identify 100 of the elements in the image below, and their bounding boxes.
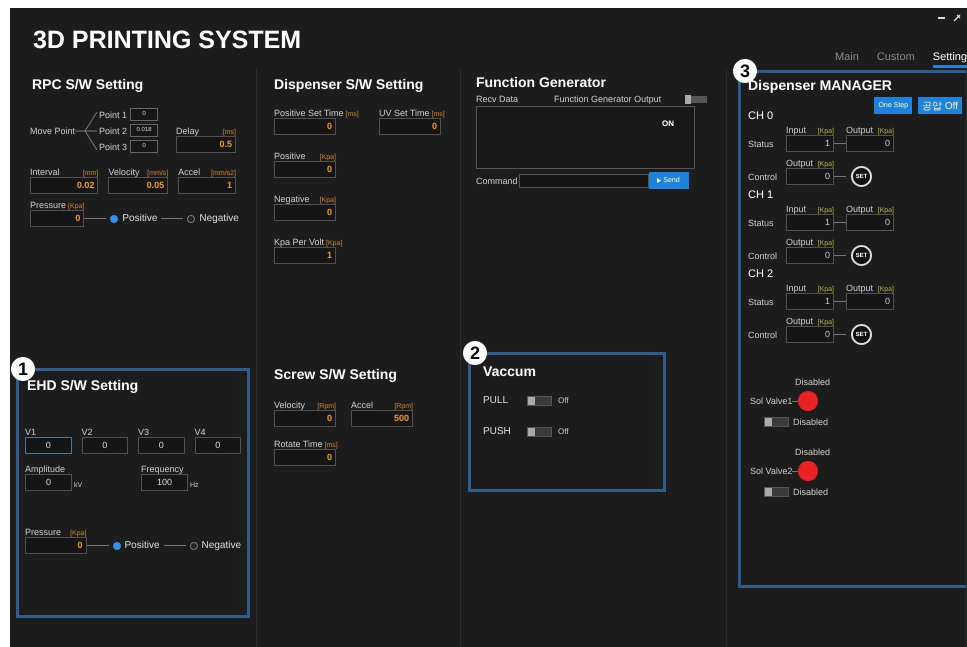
input-field[interactable]: 1 [786, 293, 834, 310]
input-field[interactable]: 0.02 [30, 177, 98, 194]
field-label: Velocity [274, 400, 306, 410]
input-field[interactable]: 0.05 [108, 177, 168, 194]
radio-button[interactable] [110, 214, 118, 222]
input-field[interactable]: 0 [786, 247, 834, 264]
field-label: Point 3 [99, 142, 128, 152]
field-label: Velocity [108, 167, 140, 177]
input-field[interactable]: 0 [274, 161, 336, 178]
nav-tab[interactable]: Main [835, 51, 859, 68]
field-label: Frequency [141, 464, 184, 474]
field-label: V2 [82, 427, 93, 437]
nav-tab[interactable]: Custom [876, 51, 915, 68]
received-text: ON [662, 119, 674, 128]
play-icon [657, 178, 662, 183]
section-title: Dispenser S/W Setting [274, 76, 424, 92]
input-field[interactable]: 0 [274, 118, 336, 135]
radio-button[interactable] [187, 214, 196, 222]
toggle-switch[interactable] [527, 426, 552, 436]
field-label: Output [786, 158, 814, 168]
radio-label: Negative [199, 213, 239, 224]
field-label: Recv Data [476, 94, 518, 104]
radio-label: Positive [122, 213, 158, 224]
field-label: Point 1 [99, 110, 128, 120]
input-field[interactable]: 1 [786, 214, 834, 231]
input-field[interactable]: 0 [786, 168, 834, 185]
input-field[interactable]: 0 [25, 537, 87, 554]
field-label: Accel [351, 400, 374, 410]
section-title: Vaccum [483, 363, 536, 379]
field-label: Input [786, 125, 806, 135]
field-label: Positive Set Time [274, 108, 344, 118]
status-label: Disabled [795, 447, 832, 457]
callout-number: 2 [463, 341, 487, 365]
command-field[interactable] [518, 174, 649, 188]
input-field[interactable]: 0 [274, 410, 336, 427]
toggle-switch[interactable] [527, 396, 552, 406]
input-field[interactable]: 0 [25, 474, 72, 491]
input-field[interactable]: 0 [82, 437, 128, 454]
state-label: Off [558, 427, 569, 436]
channel-label: CH 0 [748, 110, 774, 122]
section-title: Screw S/W Setting [274, 366, 397, 382]
field-label: V3 [138, 427, 150, 437]
minimize-icon[interactable] [938, 16, 945, 20]
field-label: Output [786, 316, 814, 326]
row-label: Control [748, 251, 778, 261]
section-title: Function Generator [476, 74, 606, 90]
field-label: Kpa Per Volt [274, 237, 324, 247]
input-field[interactable]: 0 [846, 214, 894, 231]
field-label: Output [786, 237, 814, 247]
action-button[interactable]: 공압 Off [918, 97, 962, 114]
input-field[interactable]: 100 [141, 474, 188, 491]
app-title: 3D PRINTING SYSTEM [32, 25, 302, 56]
section-title: RPC S/W Setting [32, 76, 144, 92]
field-label: Interval [30, 167, 60, 177]
input-field[interactable]: 0 [379, 118, 441, 135]
input-field[interactable]: 0 [30, 210, 84, 227]
field-label: Input [786, 283, 806, 293]
switch-label: Disabled [793, 487, 828, 497]
radio-label: Negative [202, 540, 241, 551]
text-area[interactable]: ON [476, 106, 695, 169]
row-label: Status [748, 139, 775, 149]
row-label: Control [748, 330, 778, 340]
status-label: Disabled [795, 377, 832, 387]
input-field[interactable]: 0 [274, 449, 336, 466]
channel-label: CH 2 [748, 268, 774, 280]
input-field[interactable]: 1 [178, 177, 236, 194]
field-label: Pressure [25, 527, 62, 537]
field-label: Sol Valve2 [750, 466, 792, 476]
input-field[interactable]: 0 [786, 326, 834, 343]
radio-button[interactable] [112, 542, 121, 550]
input-field[interactable]: 1 [274, 247, 336, 264]
nav-tab[interactable]: Setting [932, 51, 967, 68]
input-field[interactable]: 0.5 [176, 136, 236, 153]
row-label: Status [748, 297, 775, 307]
toggle-switch[interactable] [764, 417, 789, 427]
input-field[interactable]: 0 [274, 204, 336, 221]
input-field[interactable]: 0 [194, 437, 241, 454]
input-field[interactable]: 500 [351, 410, 413, 427]
field-label: Rotate Time [274, 439, 323, 449]
field-label: PULL [483, 395, 510, 406]
field-label: Accel [178, 167, 200, 177]
field-label: Output [846, 283, 874, 293]
input-field[interactable]: 0 [138, 437, 184, 454]
field-label: Delay [176, 126, 200, 136]
toggle-switch[interactable] [685, 96, 708, 102]
field-label: Move Point [30, 126, 76, 136]
input-field[interactable]: 0 [846, 135, 894, 152]
callout-number: 1 [11, 357, 35, 381]
input-field[interactable]: 0 [25, 437, 72, 454]
field-label: Amplitude [25, 464, 66, 474]
field-label: PUSH [483, 426, 512, 437]
input-field[interactable]: 0 [846, 293, 894, 310]
row-label: Status [748, 218, 775, 228]
input-field[interactable]: 1 [786, 135, 834, 152]
field-label: Output [846, 204, 874, 214]
pin-icon[interactable] [953, 14, 961, 22]
radio-button[interactable] [190, 542, 198, 550]
toggle-switch[interactable] [764, 487, 789, 497]
field-label: Output [846, 125, 874, 135]
field-label: Sol Valve1 [750, 396, 792, 406]
